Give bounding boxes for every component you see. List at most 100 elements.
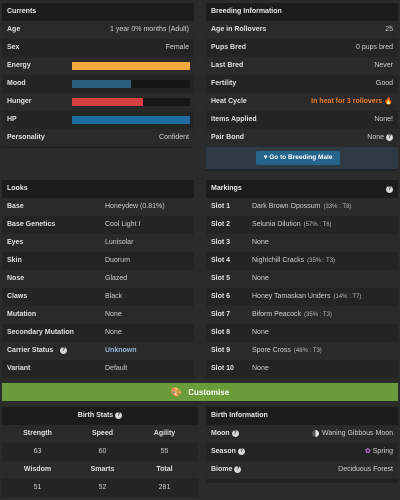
marking-name: None bbox=[252, 239, 269, 246]
help-icon[interactable]: ? bbox=[60, 347, 67, 354]
marking-slot-row: Slot 1 Dark Brown Opossum (33% : T8) bbox=[206, 198, 398, 216]
birth-info-title: Birth Information bbox=[206, 407, 398, 425]
fertility-row: Fertility Good bbox=[206, 75, 398, 93]
looks-row-value: Lunisolar bbox=[105, 239, 134, 246]
biome-row: Biome? Deciduous Forest bbox=[206, 461, 398, 479]
season-row: Season? ✿ Spring bbox=[206, 443, 398, 461]
pair-bond-text: None bbox=[367, 134, 384, 141]
hunger-row: Hunger bbox=[2, 93, 194, 111]
marking-name: Spore Cross bbox=[252, 347, 291, 354]
looks-row-value: Cool Light I bbox=[105, 221, 141, 228]
season-value-wrap: ✿ Spring bbox=[365, 443, 393, 461]
marking-slot-label: Slot 1 bbox=[211, 203, 231, 210]
mood-row: Mood bbox=[2, 75, 194, 93]
mood-bar bbox=[72, 80, 190, 88]
marking-name: None bbox=[252, 365, 269, 372]
marking-detail: (33% : T8) bbox=[323, 204, 352, 210]
sex-row: Sex Female bbox=[2, 39, 194, 57]
birth-stats-header: Birth Stats? bbox=[2, 407, 198, 425]
marking-slot-value: None bbox=[252, 360, 269, 378]
age-value: 1 year 0% months (Adult) bbox=[110, 26, 189, 33]
customise-label: Customise bbox=[188, 388, 230, 397]
marking-slot-label: Slot 6 bbox=[211, 293, 231, 300]
looks-row-label: Mutation bbox=[7, 311, 37, 318]
hunger-bar-fill bbox=[72, 98, 143, 106]
marking-slot-value: None bbox=[252, 324, 269, 342]
energy-label: Energy bbox=[7, 62, 31, 69]
help-icon[interactable]: ? bbox=[386, 186, 393, 193]
marking-slot-row: Slot 5 None bbox=[206, 270, 398, 288]
currents-title: Currents bbox=[2, 3, 194, 21]
looks-row-value: Duorum bbox=[105, 257, 130, 264]
heat-cycle-row: Heat Cycle In heat for 3 rollovers 🔥 bbox=[206, 93, 398, 111]
looks-row: Base Honeydew (0.81%) bbox=[2, 198, 194, 216]
pups-bred-label: Pups Bred bbox=[211, 44, 247, 51]
marking-slot-label: Slot 2 bbox=[211, 221, 231, 228]
mood-bar-fill bbox=[72, 80, 131, 88]
items-applied-row: Items Applied None! bbox=[206, 111, 398, 129]
season-label-wrap: Season? bbox=[211, 443, 245, 461]
breeding-panel: Breeding Information Age in Rollovers 25… bbox=[206, 3, 398, 171]
looks-row: Eyes Lunisolar bbox=[2, 234, 194, 252]
looks-row: Base Genetics Cool Light I bbox=[2, 216, 194, 234]
mood-label: Mood bbox=[7, 80, 26, 87]
moon-value: Waning Gibbous Moon bbox=[322, 430, 393, 437]
looks-row: Nose Glazed bbox=[2, 270, 194, 288]
pups-bred-value: 0 pups bred bbox=[356, 44, 393, 51]
customise-button[interactable]: 🎨 Customise bbox=[2, 383, 398, 401]
looks-title: Looks bbox=[2, 180, 194, 198]
personality-row: Personality Confident bbox=[2, 129, 194, 147]
moon-value-wrap: Waning Gibbous Moon bbox=[312, 425, 393, 443]
looks-row-label: Secondary Mutation bbox=[7, 329, 74, 336]
markings-header: Markings ? bbox=[206, 180, 398, 198]
marking-name: Biform Peacock bbox=[252, 311, 302, 318]
age-row: Age 1 year 0% months (Adult) bbox=[2, 21, 194, 39]
help-icon[interactable]: ? bbox=[115, 411, 123, 419]
strength-value: 63 bbox=[33, 448, 42, 455]
marking-name: Honey Tamaskan Unders bbox=[252, 293, 331, 300]
looks-row-label: Carrier Status bbox=[7, 347, 54, 354]
smarts-value: 52 bbox=[98, 484, 107, 491]
birth-stats-grid: Strength Speed Agility 63 60 55 Wisdom S… bbox=[2, 425, 198, 497]
wisdom-label: Wisdom bbox=[23, 466, 52, 473]
pair-bond-row: Pair Bond None? bbox=[206, 129, 398, 147]
help-icon[interactable]: ? bbox=[231, 429, 239, 437]
marking-slot-value: None bbox=[252, 234, 269, 252]
energy-row: Energy bbox=[2, 57, 194, 75]
go-to-breeding-male-button[interactable]: ♥ Go to Breeding Male bbox=[256, 151, 340, 165]
season-label: Season bbox=[211, 448, 236, 455]
help-icon[interactable]: ? bbox=[386, 133, 393, 141]
sex-label: Sex bbox=[7, 44, 20, 51]
marking-slot-row: Slot 9 Spore Cross (48% : T3) bbox=[206, 342, 398, 360]
smarts-label: Smarts bbox=[90, 466, 115, 473]
marking-slot-label: Slot 5 bbox=[211, 275, 231, 282]
moon-label-wrap: Moon? bbox=[211, 425, 239, 443]
total-label: Total bbox=[156, 466, 173, 473]
marking-detail: (35% : T3) bbox=[307, 258, 336, 264]
age-rollovers-value: 25 bbox=[385, 26, 393, 33]
birth-stats-panel: Birth Stats? Strength Speed Agility 63 6… bbox=[2, 407, 198, 497]
looks-row: Claws Black bbox=[2, 288, 194, 306]
marking-slot-row: Slot 6 Honey Tamaskan Unders (14% : T7) bbox=[206, 288, 398, 306]
looks-row-value: Honeydew (0.81%) bbox=[105, 203, 165, 210]
looks-row: Skin Duorum bbox=[2, 252, 194, 270]
looks-row-value[interactable]: Unknown bbox=[105, 342, 137, 360]
marking-slot-label: Slot 4 bbox=[211, 257, 231, 264]
biome-value: Deciduous Forest bbox=[338, 466, 393, 473]
help-icon[interactable]: ? bbox=[234, 465, 242, 473]
marking-slot-row: Slot 2 Selunia Dilution (57% : T6) bbox=[206, 216, 398, 234]
help-icon[interactable]: ? bbox=[237, 447, 245, 455]
biome-label: Biome bbox=[211, 466, 233, 473]
birth-stats-title: Birth Stats bbox=[77, 412, 114, 419]
looks-row: Carrier Status? Unknown bbox=[2, 342, 194, 360]
marking-slot-row: Slot 8 None bbox=[206, 324, 398, 342]
heat-cycle-text: In heat for 3 rollovers bbox=[311, 98, 383, 105]
marking-slot-label: Slot 9 bbox=[211, 347, 231, 354]
marking-detail: (57% : T6) bbox=[303, 222, 332, 228]
looks-panel: Looks Base Honeydew (0.81%) Base Genetics C… bbox=[2, 180, 194, 378]
strength-label: Strength bbox=[23, 430, 52, 437]
looks-row-value: Black bbox=[105, 293, 123, 300]
heart-icon: ♥ bbox=[263, 154, 268, 161]
biome-label-wrap: Biome? bbox=[211, 461, 242, 479]
total-value: 281 bbox=[158, 484, 171, 491]
